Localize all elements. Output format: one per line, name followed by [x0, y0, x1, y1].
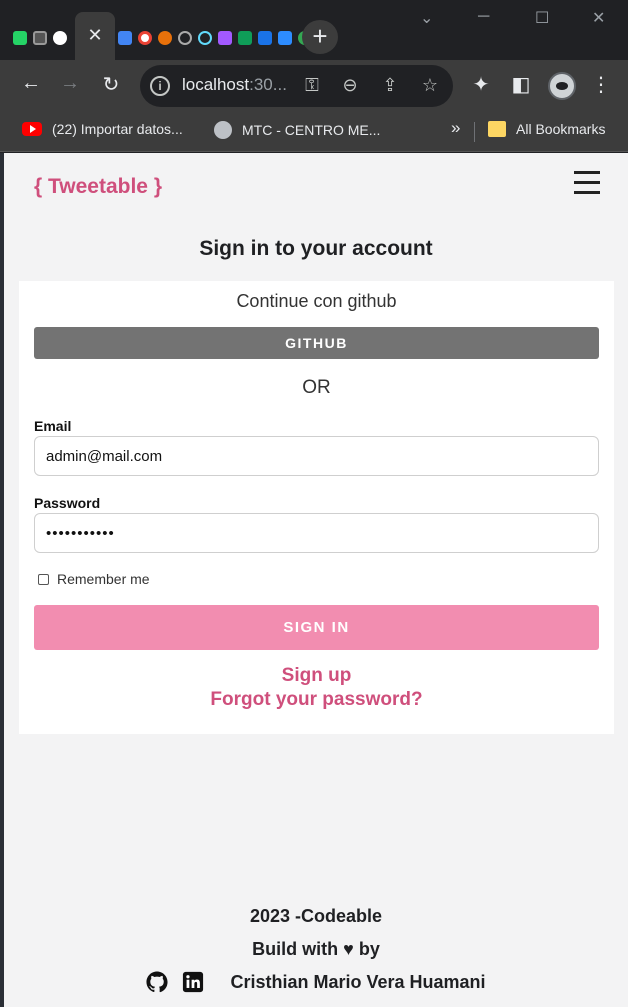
translate-icon [118, 31, 132, 45]
tab[interactable] [215, 17, 235, 59]
bookmarks-divider [474, 122, 475, 142]
email-label: Email [34, 418, 72, 434]
tab-search-icon[interactable]: ⌄ [420, 8, 433, 28]
youtube-icon [22, 122, 42, 136]
tab[interactable] [195, 17, 215, 59]
all-bookmarks-button[interactable]: All Bookmarks [488, 121, 605, 137]
pinned-tab[interactable] [50, 17, 70, 59]
google-icon [138, 31, 152, 45]
tab[interactable] [175, 17, 195, 59]
tab[interactable] [275, 17, 295, 59]
page-title: Sign in to your account [199, 237, 433, 260]
footer-author: Cristhian Mario Vera Huamani [230, 971, 486, 992]
zoom-icon[interactable]: ⊖ [338, 75, 362, 96]
reload-icon[interactable]: ↻ [98, 72, 124, 97]
profile-avatar[interactable] [548, 72, 576, 100]
remember-me-label: Remember me [57, 571, 150, 587]
tab[interactable] [115, 17, 135, 59]
pinned-tab[interactable] [10, 17, 30, 59]
footer-build: Build with ♥ by [252, 939, 380, 959]
footer-author-row: Cristhian Mario Vera Huamani [4, 971, 628, 993]
sheets-icon [238, 31, 252, 45]
share-icon[interactable]: ⇪ [378, 75, 402, 96]
brand-logo[interactable]: { Tweetable } [34, 175, 162, 199]
pinned-tabs [10, 17, 70, 59]
minimize-icon[interactable]: ─ [478, 8, 489, 26]
bookmark-item[interactable]: (22) Importar datos... [22, 121, 183, 137]
bookmarks-overflow-button[interactable]: » [451, 118, 460, 138]
maximize-icon[interactable]: ☐ [535, 8, 549, 28]
signin-button[interactable]: SIGN IN [34, 605, 599, 650]
bookmarks-bar: (22) Importar datos... MTC - CENTRO ME..… [0, 112, 628, 152]
figma-icon [218, 31, 232, 45]
tab[interactable] [235, 17, 255, 59]
calendar-icon [258, 31, 272, 45]
bookmark-item[interactable]: MTC - CENTRO ME... [214, 121, 380, 139]
close-window-icon[interactable]: ✕ [592, 8, 605, 28]
site-info-icon[interactable]: i [150, 76, 170, 96]
email-field[interactable] [34, 436, 599, 476]
remember-me-option[interactable]: Remember me [38, 571, 150, 587]
signin-card: Continue con github GITHUB OR Email Pass… [19, 281, 614, 734]
continue-github-text: Continue con github [236, 291, 397, 311]
remember-me-checkbox[interactable] [38, 573, 49, 585]
back-icon[interactable]: ← [18, 72, 44, 95]
react-icon [198, 31, 212, 45]
whatsapp-icon [13, 31, 27, 45]
more-menu-icon[interactable]: ⋮ [588, 72, 614, 97]
basketball-icon [158, 31, 172, 45]
password-field[interactable] [34, 513, 599, 553]
extensions-icon[interactable]: ✦ [468, 72, 494, 97]
forward-icon[interactable]: → [57, 72, 83, 95]
password-label: Password [34, 495, 101, 511]
url-text[interactable]: localhost:30... [182, 75, 287, 95]
close-tab-icon[interactable]: ✕ [75, 25, 115, 46]
hamburger-menu-icon[interactable] [574, 171, 600, 195]
tab[interactable] [155, 17, 175, 59]
tab-strip: ✕ + ⌄ ─ ☐ ✕ [0, 0, 628, 60]
pinned-tab[interactable] [30, 17, 50, 59]
phone-icon [33, 31, 47, 45]
or-divider-text: OR [302, 377, 331, 398]
password-key-icon[interactable]: ⚿ [300, 75, 324, 96]
bookmark-star-icon[interactable]: ☆ [418, 75, 442, 96]
folder-icon [488, 121, 506, 137]
address-bar[interactable]: i localhost:30... ⚿ ⊖ ⇪ ☆ [140, 65, 453, 107]
github-button[interactable]: GITHUB [34, 327, 599, 359]
linkedin-icon[interactable] [182, 971, 204, 993]
footer-year: 2023 -Codeable [249, 906, 383, 926]
side-panel-icon[interactable]: ◧ [508, 72, 534, 97]
tab[interactable] [135, 17, 155, 59]
tab[interactable] [255, 17, 275, 59]
github-tab-icon [53, 31, 67, 45]
globe-icon [214, 121, 232, 139]
zoom-icon [278, 31, 292, 45]
forgot-password-link[interactable]: Forgot your password? [19, 689, 614, 711]
page-viewport: { Tweetable } Sign in to your account Co… [4, 153, 628, 1007]
github-icon[interactable] [146, 971, 168, 993]
browser-toolbar: ← → ↻ i localhost:30... ⚿ ⊖ ⇪ ☆ ✦ ◧ ⋮ [0, 60, 628, 112]
active-tab[interactable]: ✕ [75, 12, 115, 60]
code-icon [178, 31, 192, 45]
new-tab-button[interactable]: + [302, 20, 338, 54]
other-tabs [115, 17, 315, 59]
signup-link[interactable]: Sign up [19, 665, 614, 687]
